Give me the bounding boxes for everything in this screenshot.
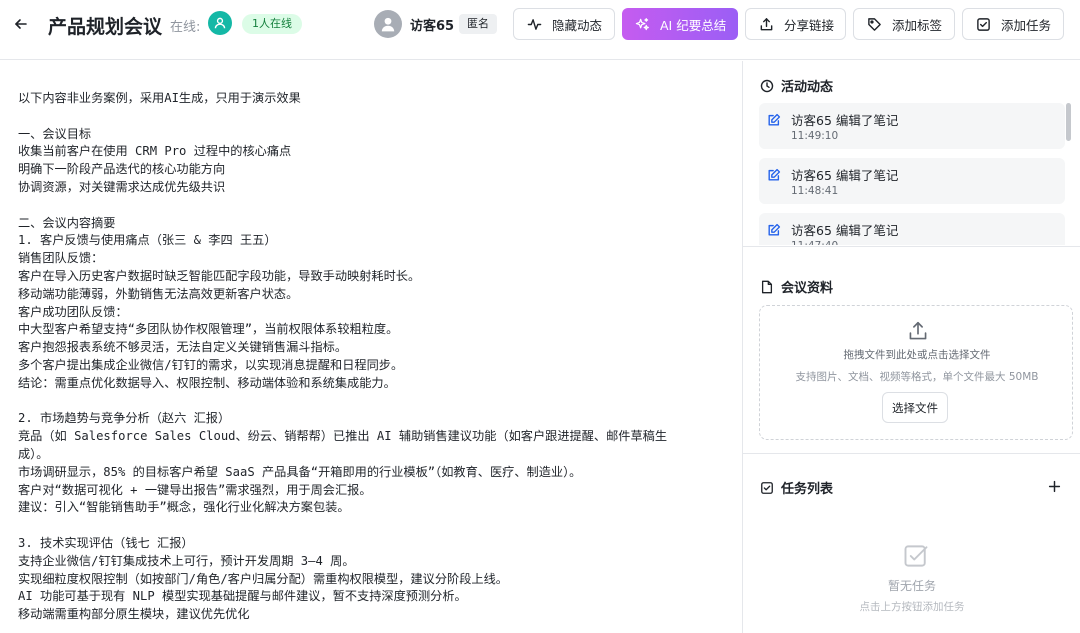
note-text[interactable]: 以下内容非业务案例，采用AI生成，只用于演示效果 一、会议目标收集当前客户在使用 … [18, 90, 708, 624]
arrow-left-icon [15, 19, 27, 29]
share-link-label: 分享链接 [784, 17, 835, 33]
note-line: 中大型客户希望支持“多团队协作权限管理”，当前权限体系较粗粒度。 [18, 322, 399, 337]
user-icon [381, 17, 395, 32]
top-header: 产品规划会议 在线: 1人在线 访客65 匿名 隐藏动态 AI 纪要总结 分享链… [0, 0, 1080, 60]
hide-activity-label: 隐藏动态 [552, 17, 603, 33]
activity-scrollbar[interactable] [1066, 103, 1071, 141]
dropzone-hint: 支持图片、文档、视频等格式，单个文件最大 50MB [795, 371, 1039, 383]
activity-list[interactable]: 访客65 编辑了笔记 11:49:10 访客65 编辑了笔记 11:48:41 访客65… [759, 103, 1065, 245]
note-line: 协调资源，对关键需求达成优先级共识 [18, 179, 226, 194]
page-title: 产品规划会议 [48, 16, 163, 38]
note-line: 收集当前客户在使用 CRM Pro 过程中的核心痛点 [18, 144, 292, 159]
file-dropzone[interactable]: 拖拽文件到此处或点击选择文件 支持图片、文档、视频等格式，单个文件最大 50MB… [759, 305, 1073, 440]
note-line: 3. 技术实现评估（钱七 汇报） [18, 535, 194, 550]
note-line: 市场调研显示，85% 的目标客户希望 SaaS 产品具备“开箱即用的行业模板”（… [18, 464, 582, 479]
note-line: 移动端需重构部分原生模块，建议优先优化 [18, 607, 250, 622]
note-line: 销售团队反馈： [18, 251, 104, 266]
clock-icon [759, 78, 775, 94]
add-task-button[interactable]: 添加任务 [962, 8, 1064, 40]
note-line: 客户在导入历史客户数据时缺乏智能匹配字段功能，导致手动映射耗时长。 [18, 268, 421, 283]
note-line [18, 393, 708, 411]
activity-text: 访客65 编辑了笔记 [791, 223, 899, 238]
note-editor[interactable]: 以下内容非业务案例，采用AI生成，只用于演示效果 一、会议目标收集当前客户在使用 … [0, 61, 742, 633]
tasks-section-header: 任务列表 [759, 478, 833, 497]
note-line: 明确下一阶段产品迭代的核心功能方向 [18, 162, 226, 177]
back-button[interactable] [10, 13, 32, 35]
add-tag-button[interactable]: 添加标签 [853, 8, 955, 40]
user-name: 访客65 [410, 19, 455, 34]
sparkles-icon [634, 16, 650, 32]
activity-section-header: 活动动态 [759, 76, 833, 95]
note-line [18, 517, 708, 535]
divider [743, 246, 1080, 247]
tag-icon [866, 16, 882, 32]
checkbox-icon [975, 16, 991, 32]
note-line: 多个客户提出集成企业微信/钉钉的需求，以实现消息提醒和日程同步。 [18, 357, 404, 372]
activity-time: 11:48:41 [791, 185, 839, 197]
ai-summary-button[interactable]: AI 纪要总结 [622, 8, 738, 40]
activity-item[interactable]: 访客65 编辑了笔记 11:47:40 [759, 213, 1065, 245]
note-line: 二、会议内容摘要 [18, 215, 116, 230]
note-line: 竞品（如 Salesforce Sales Cloud、纷云、销帮帮）已推出 A… [18, 429, 668, 444]
add-tag-label: 添加标签 [892, 17, 943, 33]
note-line: 结论：需重点优化数据导入、权限控制、移动端体验和系统集成能力。 [18, 375, 396, 390]
activity-text: 访客65 编辑了笔记 [791, 113, 899, 128]
activity-item[interactable]: 访客65 编辑了笔记 11:49:10 [759, 103, 1065, 149]
note-line [18, 108, 708, 126]
activity-time: 11:49:10 [791, 130, 839, 142]
dropzone-instruction: 拖拽文件到此处或点击选择文件 [843, 349, 991, 361]
online-user-avatar[interactable] [208, 11, 232, 35]
share-upload-icon [758, 16, 774, 32]
empty-checkbox-icon [902, 542, 930, 570]
activity-item[interactable]: 访客65 编辑了笔记 11:48:41 [759, 158, 1065, 204]
note-line: 客户成功团队反馈： [18, 304, 128, 319]
upload-icon [907, 320, 929, 342]
empty-tasks-hint: 点击上方按钮添加任务 [859, 601, 965, 613]
divider [743, 453, 1080, 454]
tasks-section-title: 任务列表 [781, 482, 834, 497]
file-icon [759, 279, 775, 295]
edit-icon [767, 112, 781, 126]
empty-tasks-title: 暂无任务 [887, 579, 936, 593]
select-file-button[interactable]: 选择文件 [882, 392, 948, 423]
ai-summary-label: AI 纪要总结 [660, 17, 727, 33]
activity-pulse-icon [526, 16, 542, 32]
online-count-badge: 1人在线 [242, 14, 302, 34]
avatar[interactable] [374, 10, 402, 38]
edit-icon [767, 167, 781, 181]
note-line [18, 197, 708, 215]
note-line: 一、会议目标 [18, 126, 92, 141]
right-panel: 活动动态 访客65 编辑了笔记 11:49:10 访客65 编辑了笔记 11:48:4… [742, 61, 1080, 633]
files-section-title: 会议资料 [781, 281, 834, 296]
note-line: AI 功能可基于现有 NLP 模型实现基础提醒与邮件建议，暂不支持深度预测分析。 [18, 589, 467, 604]
note-line: 1. 客户反馈与使用痛点（张三 & 李四 王五） [18, 233, 277, 248]
hide-activity-button[interactable]: 隐藏动态 [513, 8, 615, 40]
edit-icon [767, 222, 781, 236]
anonymous-badge: 匿名 [459, 14, 497, 34]
files-section-header: 会议资料 [759, 277, 833, 296]
note-line: 移动端功能薄弱，外勤销售无法高效更新客户状态。 [18, 286, 299, 301]
checkbox-icon [759, 480, 775, 496]
user-icon [214, 17, 226, 29]
note-line: 2. 市场趋势与竞争分析（赵六 汇报） [18, 411, 231, 426]
plus-icon [1048, 480, 1060, 492]
note-line: 实现细粒度权限控制（如按部门/角色/客户归属分配）需重构权限模型，建议分阶段上线… [18, 571, 508, 586]
note-line: 客户抱怨报表系统不够灵活，无法自定义关键销售漏斗指标。 [18, 340, 348, 355]
activity-text: 访客65 编辑了笔记 [791, 168, 899, 183]
note-line: 成）。 [18, 446, 49, 461]
note-line: 以下内容非业务案例，采用AI生成，只用于演示效果 [18, 91, 301, 105]
activity-time: 11:47:40 [791, 240, 838, 245]
share-link-button[interactable]: 分享链接 [745, 8, 846, 40]
add-task-plus-button[interactable] [1045, 477, 1063, 495]
add-task-label: 添加任务 [1001, 17, 1052, 33]
online-label: 在线: [170, 20, 201, 35]
note-line: 支持企业微信/钉钉集成技术上可行，预计开发周期 3–4 周。 [18, 553, 355, 568]
activity-section-title: 活动动态 [781, 80, 834, 95]
note-line: 建议：引入“智能销售助手”概念，强化行业化解决方案包装。 [18, 500, 350, 515]
note-line: 客户对“数据可视化 + 一键导出报告”需求强烈，用于周会汇报。 [18, 482, 372, 497]
